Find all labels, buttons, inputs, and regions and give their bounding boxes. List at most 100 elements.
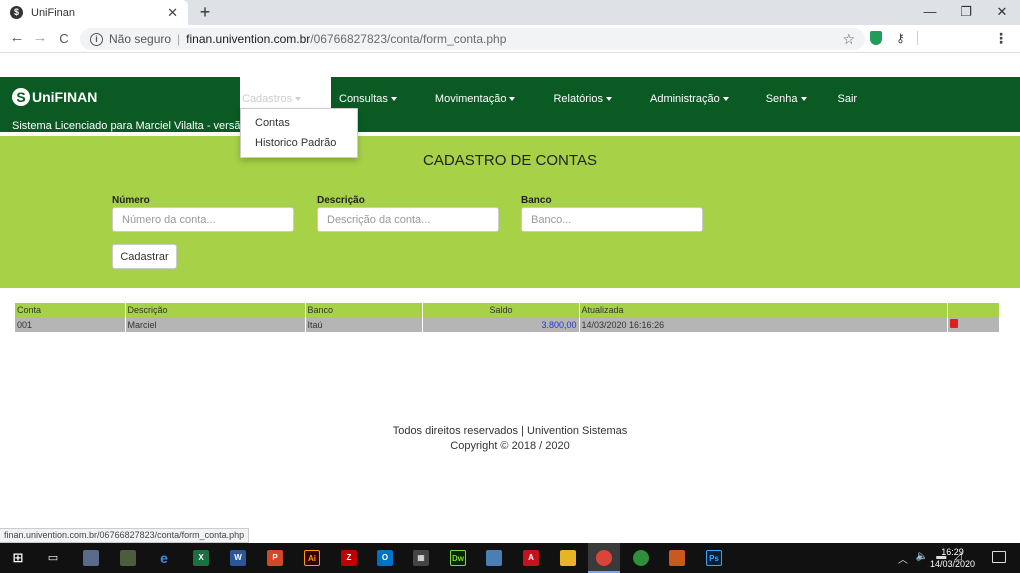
col-banco: Banco — [305, 303, 423, 317]
tab-close-icon[interactable]: ✕ — [167, 5, 178, 21]
word-icon[interactable]: W — [230, 550, 246, 566]
menu-cadastros[interactable]: Cadastros — [240, 77, 331, 108]
windows-taskbar: ⊞ ▭ e X W P Ai Z O ▦ Dw A Ps ︿ 🔈 ▬ ◿ 16:… — [0, 543, 1020, 573]
descricao-input[interactable] — [317, 207, 499, 232]
acrobat-icon[interactable]: A — [523, 550, 539, 566]
excel-icon[interactable]: X — [193, 550, 209, 566]
saldo-value: 3.800,00 — [541, 319, 577, 330]
chrome-icon[interactable] — [596, 550, 612, 566]
browser-tab[interactable]: $ UniFinan ✕ — [0, 0, 188, 25]
app-icon-1[interactable] — [83, 550, 99, 566]
menu-label: Consultas — [339, 93, 388, 105]
security-label: Não seguro — [109, 32, 172, 46]
menu-movimentacao[interactable]: Movimentação — [427, 77, 524, 122]
edge-icon[interactable]: e — [156, 550, 172, 566]
outlook-icon[interactable]: O — [377, 550, 393, 566]
footer-copyright: Copyright © 2018 / 2020 — [450, 440, 570, 452]
banco-input[interactable] — [521, 207, 703, 232]
descricao-label: Descrição — [317, 195, 365, 206]
banco-label: Banco — [521, 195, 552, 206]
brand[interactable]: S UniFINAN — [12, 88, 97, 106]
menu-label: Relatórios — [553, 93, 603, 105]
calculator-icon[interactable]: ▦ — [413, 550, 429, 566]
web-page: S UniFINAN Sistema Licenciado para Marci… — [0, 54, 1020, 529]
back-button[interactable]: ← — [8, 29, 26, 46]
clock-time: 16:29 — [941, 547, 964, 557]
menu-label: Cadastros — [242, 93, 293, 105]
menu-sair[interactable]: Sair — [830, 77, 866, 122]
app-icon-3[interactable] — [486, 550, 502, 566]
status-bar-url: finan.univention.com.br/06766827823/cont… — [0, 528, 250, 543]
shield-extension-icon[interactable] — [870, 31, 882, 45]
cell-conta: 001 — [15, 317, 126, 332]
forward-button[interactable]: → — [31, 29, 49, 46]
form-section: CADASTRO DE CONTAS Número Descrição Banc… — [0, 136, 1020, 288]
col-descricao: Descrição — [125, 303, 306, 317]
clock-date: 14/03/2020 — [929, 559, 975, 569]
tray-chevron-icon[interactable]: ︿ — [898, 551, 908, 566]
task-view-icon[interactable]: ▭ — [45, 550, 61, 566]
trash-icon[interactable] — [949, 319, 958, 328]
taskbar-clock[interactable]: 16:29 14/03/2020 — [930, 546, 975, 570]
powerpoint-icon[interactable]: P — [267, 550, 283, 566]
dropdown-item-historico-padrao[interactable]: Historico Padrão — [241, 133, 357, 153]
app-icon-5[interactable] — [669, 550, 685, 566]
menu-senha[interactable]: Senha — [758, 77, 815, 122]
dropdown-item-contas[interactable]: Contas — [241, 113, 357, 133]
browser-toolbar: ← → C i Não seguro | finan.univention.co… — [0, 25, 1020, 53]
illustrator-icon[interactable]: Ai — [304, 550, 320, 566]
cadastrar-button[interactable]: Cadastrar — [112, 244, 177, 269]
table-header-row: Conta Descrição Banco Saldo Atualizada — [15, 303, 1000, 317]
browser-menu-icon[interactable]: ⋮ — [994, 30, 1008, 47]
app-icon-4[interactable] — [633, 550, 649, 566]
address-bar[interactable]: i Não seguro | finan.univention.com.br /… — [80, 28, 865, 50]
menu-label: Administração — [650, 93, 720, 105]
windows-start-icon[interactable]: ⊞ — [10, 550, 26, 566]
brand-name: UniFINAN — [32, 89, 98, 105]
col-atualizada: Atualizada — [579, 303, 948, 317]
footer-rights: Todos direitos reservados | Univention S… — [392, 425, 628, 437]
footer: Todos direitos reservados | Univention S… — [0, 424, 1020, 454]
file-explorer-icon[interactable] — [560, 550, 576, 566]
cell-banco: Itaú — [305, 317, 423, 332]
dreamweaver-icon[interactable]: Dw — [450, 550, 466, 566]
key-extension-icon[interactable]: ⚷ — [896, 31, 905, 45]
menu-administracao[interactable]: Administração — [642, 77, 737, 122]
cell-atualizada: 14/03/2020 16:16:26 — [579, 317, 948, 332]
app-icon-2[interactable] — [120, 550, 136, 566]
license-text: Sistema Licenciado para Marciel Vilalta … — [12, 120, 254, 132]
filezilla-icon[interactable]: Z — [341, 550, 357, 566]
bookmark-star-icon[interactable]: ☆ — [842, 31, 855, 48]
site-navbar: S UniFINAN Sistema Licenciado para Marci… — [0, 77, 1020, 134]
numero-input[interactable] — [112, 207, 294, 232]
window-controls: — ❐ ✕ — [912, 0, 1020, 25]
dollar-logo-icon: S — [12, 88, 30, 106]
info-icon[interactable]: i — [90, 32, 103, 46]
minimize-button[interactable]: — — [912, 0, 948, 25]
menu-label: Movimentação — [434, 93, 507, 105]
caret-down-icon — [295, 97, 302, 102]
caret-down-icon — [390, 97, 397, 102]
site-favicon-icon: $ — [10, 6, 23, 19]
cell-descricao: Marciel — [125, 317, 306, 332]
menu-label: Sair — [837, 93, 858, 105]
cadastros-dropdown: Contas Historico Padrão — [240, 108, 358, 158]
caret-down-icon — [606, 97, 612, 102]
page-title: CADASTRO DE CONTAS — [423, 152, 597, 169]
volume-icon[interactable]: 🔈 — [916, 551, 928, 566]
col-conta: Conta — [15, 303, 126, 317]
caret-down-icon — [800, 97, 807, 102]
table-row[interactable]: 001 Marciel Itaú 3.800,00 14/03/2020 16:… — [15, 317, 1000, 332]
restore-button[interactable]: ❐ — [948, 0, 984, 25]
menu-relatorios[interactable]: Relatórios — [545, 77, 620, 122]
notifications-icon[interactable] — [992, 551, 1006, 563]
numero-label: Número — [112, 195, 150, 206]
close-window-button[interactable]: ✕ — [984, 0, 1020, 25]
photoshop-icon[interactable]: Ps — [706, 550, 722, 566]
new-tab-button[interactable]: + — [195, 2, 215, 23]
caret-down-icon — [509, 97, 516, 102]
col-saldo: Saldo — [422, 303, 580, 317]
reload-button[interactable]: C — [55, 31, 73, 46]
extensions: ⚷ — [870, 31, 918, 45]
contas-table: Conta Descrição Banco Saldo Atualizada 0… — [15, 303, 1000, 332]
